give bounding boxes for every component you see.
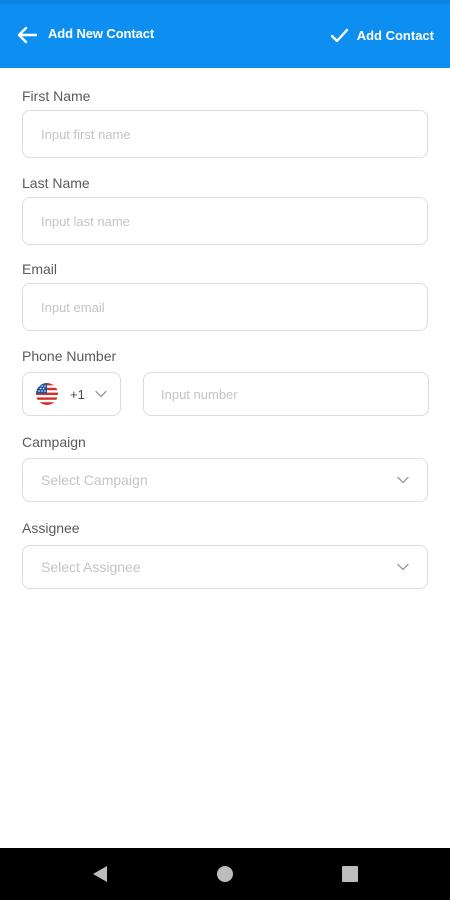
chevron-down-icon xyxy=(397,563,409,571)
nav-back-button[interactable] xyxy=(70,848,130,900)
assignee-placeholder: Select Assignee xyxy=(41,559,141,575)
email-label: Email xyxy=(22,261,58,277)
phone-number-input[interactable] xyxy=(143,372,429,416)
status-strip xyxy=(0,0,450,4)
add-contact-label: Add Contact xyxy=(356,27,434,43)
us-flag-icon xyxy=(36,383,58,405)
campaign-select[interactable]: Select Campaign xyxy=(22,458,428,502)
recents-square-icon xyxy=(342,866,358,882)
country-code-picker[interactable]: +1 xyxy=(22,372,121,416)
email-input[interactable] xyxy=(22,283,428,331)
app-bar: Add New Contact Add Contact xyxy=(0,0,450,68)
nav-home-button[interactable] xyxy=(195,848,255,900)
page-title: Add New Contact xyxy=(48,26,155,41)
campaign-label: Campaign xyxy=(22,434,86,450)
home-circle-icon xyxy=(217,866,233,882)
chevron-down-icon xyxy=(397,476,409,484)
system-nav-bar xyxy=(0,848,450,900)
phone-number-label: Phone Number xyxy=(22,348,117,364)
last-name-input[interactable] xyxy=(22,197,428,245)
chevron-down-icon xyxy=(95,390,107,398)
first-name-label: First Name xyxy=(22,88,91,104)
add-contact-button[interactable]: Add Contact xyxy=(330,20,434,50)
last-name-label: Last Name xyxy=(22,175,90,191)
campaign-placeholder: Select Campaign xyxy=(41,472,148,488)
back-button[interactable] xyxy=(12,20,42,50)
back-triangle-icon xyxy=(93,866,107,882)
first-name-input[interactable] xyxy=(22,110,428,158)
arrow-left-icon xyxy=(17,26,37,44)
checkmark-icon xyxy=(330,28,348,42)
assignee-label: Assignee xyxy=(22,520,80,536)
assignee-select[interactable]: Select Assignee xyxy=(22,545,428,589)
country-code: +1 xyxy=(70,386,85,402)
nav-recents-button[interactable] xyxy=(320,848,380,900)
